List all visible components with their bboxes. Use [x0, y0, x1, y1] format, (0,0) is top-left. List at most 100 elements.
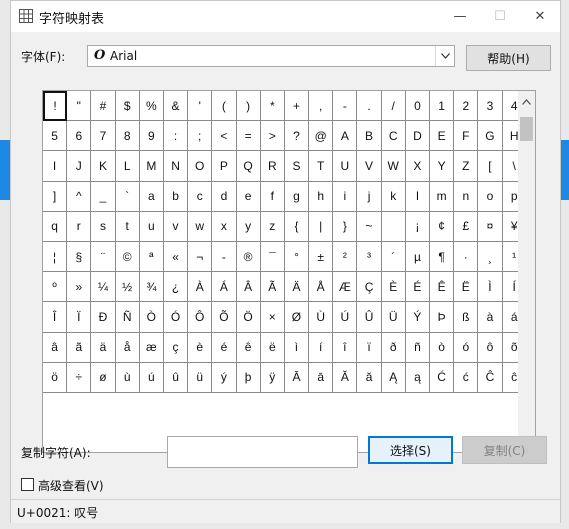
character-cell[interactable]: 3 — [478, 91, 503, 122]
character-cell[interactable]: ¶ — [430, 241, 455, 273]
character-cell[interactable]: ^ — [67, 181, 92, 212]
character-cell[interactable]: $ — [115, 91, 140, 122]
character-cell[interactable]: Ð — [91, 302, 116, 333]
character-cell[interactable]: í — [309, 332, 334, 363]
character-cell[interactable]: ª — [139, 241, 164, 273]
character-cell[interactable]: E — [430, 121, 455, 152]
character-cell[interactable]: - — [212, 241, 237, 273]
character-cell[interactable]: ½ — [115, 272, 140, 303]
character-cell[interactable]: é — [212, 332, 237, 363]
character-cell[interactable]: ~ — [357, 211, 382, 242]
character-cell[interactable]: j — [357, 181, 382, 212]
character-cell[interactable]: 8 — [115, 121, 140, 152]
character-cell[interactable]: ¯ — [260, 241, 285, 273]
character-cell[interactable]: Û — [357, 302, 382, 333]
character-cell[interactable]: G — [478, 121, 503, 152]
grid-scrollbar[interactable] — [518, 91, 535, 452]
character-cell[interactable]: Î — [43, 302, 68, 333]
character-cell[interactable]: # — [91, 91, 116, 122]
character-cell[interactable]: ° — [284, 241, 310, 273]
character-cell[interactable]: É — [405, 272, 430, 303]
character-cell[interactable]: m — [430, 181, 455, 212]
character-cell[interactable]: 7 — [91, 121, 116, 152]
character-cell[interactable]: Ă — [333, 362, 358, 393]
character-cell[interactable]: K — [91, 151, 116, 182]
character-cell[interactable]: ± — [309, 241, 334, 273]
character-cell[interactable]: k — [381, 181, 406, 212]
character-cell[interactable]: N — [163, 151, 189, 182]
character-cell[interactable]: Æ — [333, 272, 358, 303]
character-cell[interactable]: Q — [236, 151, 261, 182]
character-cell[interactable]: â — [43, 332, 68, 363]
character-cell[interactable]: ¤ — [478, 211, 503, 242]
character-cell[interactable]: ÿ — [260, 362, 285, 393]
character-cell[interactable]: û — [163, 362, 189, 393]
character-cell[interactable]: / — [381, 91, 406, 122]
character-cell[interactable]: , — [309, 91, 334, 122]
character-cell[interactable]: s — [91, 211, 116, 242]
close-button[interactable]: ✕ — [520, 1, 560, 31]
character-cell[interactable]: D — [405, 121, 430, 152]
character-cell[interactable]: l — [405, 181, 430, 212]
character-cell[interactable]: ü — [188, 362, 213, 393]
character-cell[interactable]: à — [478, 302, 503, 333]
character-cell[interactable]: = — [236, 121, 261, 152]
character-cell[interactable]: ë — [260, 332, 285, 363]
character-cell[interactable]: Å — [309, 272, 334, 303]
character-cell[interactable]: ß — [454, 302, 479, 333]
character-cell[interactable]: ¬ — [188, 241, 213, 273]
character-cell[interactable]: R — [260, 151, 285, 182]
character-cell[interactable]: Ä — [284, 272, 310, 303]
character-cell[interactable]: + — [284, 91, 310, 122]
character-cell[interactable]: I — [43, 151, 68, 182]
character-cell[interactable]: } — [333, 211, 358, 242]
character-cell[interactable]: t — [115, 211, 140, 242]
character-cell[interactable]: ì — [284, 332, 310, 363]
character-cell[interactable]: À — [188, 272, 213, 303]
character-cell[interactable]: Ì — [478, 272, 503, 303]
character-cell[interactable]: % — [139, 91, 164, 122]
character-cell[interactable]: Z — [454, 151, 479, 182]
character-cell[interactable]: 2 — [454, 91, 479, 122]
character-cell[interactable]: T — [309, 151, 334, 182]
font-dropdown[interactable]: O Arial — [87, 45, 455, 67]
character-cell[interactable]: « — [163, 241, 189, 273]
character-cell[interactable]: ! — [43, 91, 68, 122]
character-cell[interactable]: u — [139, 211, 164, 242]
character-cell[interactable]: z — [260, 211, 285, 242]
character-cell[interactable]: d — [212, 181, 237, 212]
title-bar[interactable]: 字符映射表 — ☐ ✕ — [11, 1, 560, 31]
character-cell[interactable]: Ó — [163, 302, 189, 333]
character-cell[interactable]: ï — [357, 332, 382, 363]
character-cell[interactable]: ć — [454, 362, 479, 393]
scroll-up-button[interactable] — [518, 93, 535, 110]
character-cell[interactable]: A — [333, 121, 358, 152]
character-cell[interactable]: ù — [115, 362, 140, 393]
character-cell[interactable]: ( — [212, 91, 237, 122]
character-cell[interactable]: i — [333, 181, 358, 212]
character-cell[interactable]: ñ — [405, 332, 430, 363]
character-cell[interactable]: : — [163, 121, 189, 152]
character-cell[interactable]: " — [67, 91, 92, 122]
character-cell[interactable]: ú — [139, 362, 164, 393]
character-cell[interactable]: » — [67, 272, 92, 303]
character-cell[interactable]: { — [284, 211, 310, 242]
character-cell[interactable]: § — [67, 241, 92, 273]
character-cell[interactable]: ® — [236, 241, 261, 273]
character-cell[interactable]: ¾ — [139, 272, 164, 303]
character-cell[interactable]: P — [212, 151, 237, 182]
character-cell[interactable]: ² — [333, 241, 358, 273]
select-button[interactable]: 选择(S) — [368, 436, 453, 464]
character-cell[interactable]: W — [381, 151, 406, 182]
character-cell[interactable]: ð — [381, 332, 406, 363]
character-cell[interactable]: b — [163, 181, 189, 212]
character-cell[interactable]: V — [357, 151, 382, 182]
character-cell[interactable]: Ý — [405, 302, 430, 333]
character-cell[interactable]: © — [115, 241, 140, 273]
character-cell[interactable]: ô — [478, 332, 503, 363]
character-cell[interactable]: 9 — [139, 121, 164, 152]
character-cell[interactable]: L — [115, 151, 140, 182]
character-cell[interactable]: · — [454, 241, 479, 273]
character-cell[interactable]: º — [43, 272, 68, 303]
character-cell[interactable]: Ć — [430, 362, 455, 393]
